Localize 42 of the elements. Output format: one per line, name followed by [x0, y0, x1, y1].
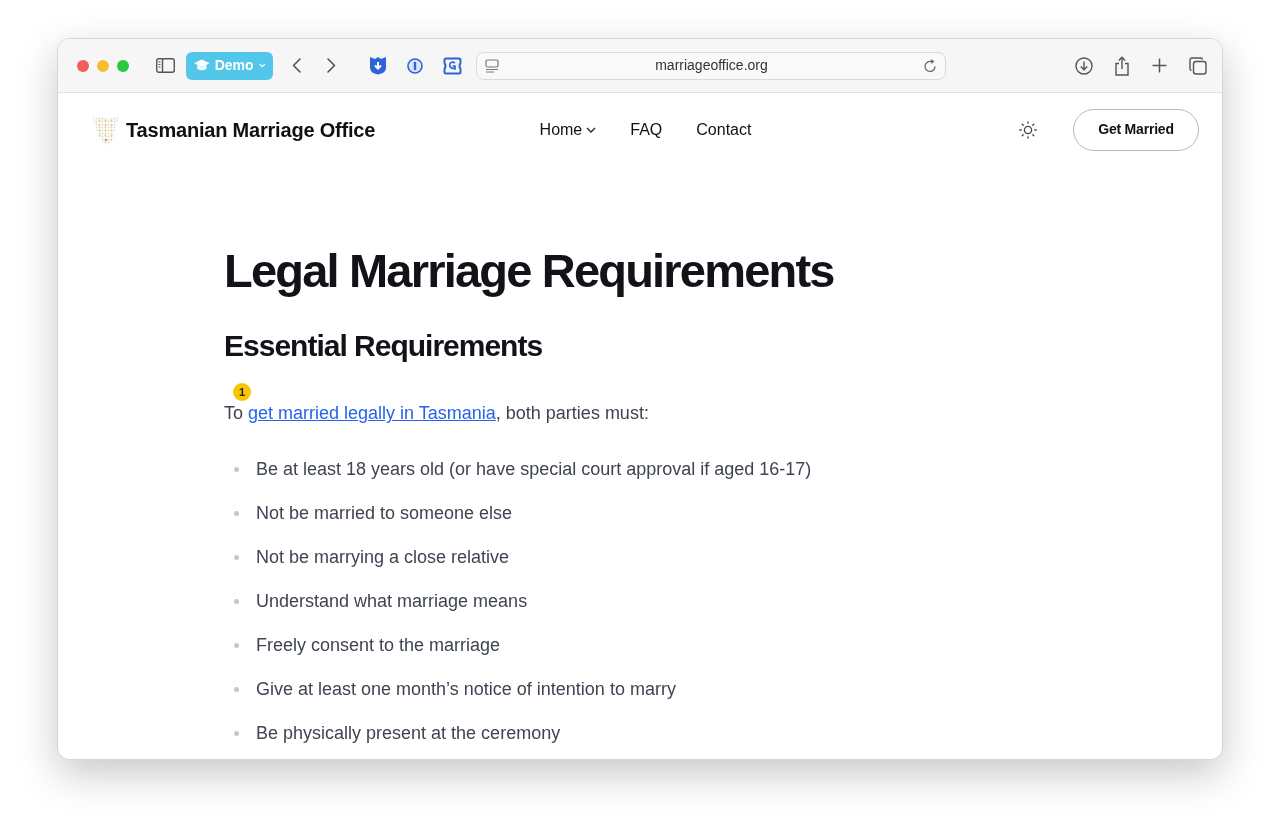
download-icon[interactable] — [1075, 56, 1093, 75]
bullet-icon — [234, 687, 239, 692]
site-title[interactable]: Tasmanian Marriage Office — [126, 114, 376, 145]
new-tab-icon[interactable] — [1152, 58, 1167, 73]
bullet-icon — [234, 467, 239, 473]
graduation-cap-icon — [194, 59, 210, 72]
intro-text: To get married legally in Tasmania, both parties must: — [224, 402, 650, 426]
tabs-overview-icon[interactable] — [1189, 56, 1207, 75]
address-field[interactable]: marriageoffice.org — [476, 51, 946, 80]
bullet-icon — [234, 599, 239, 605]
forward-icon[interactable] — [327, 58, 336, 73]
nav-link[interactable]: FAQ — [630, 117, 663, 142]
badge-icon[interactable] — [443, 56, 462, 75]
get-married-button[interactable]: Get Married — [1073, 108, 1199, 151]
page-icon[interactable] — [485, 58, 499, 73]
bullet-icon — [234, 731, 239, 736]
theme-sun-icon[interactable] — [1019, 120, 1037, 139]
circle-bar-icon[interactable] — [407, 57, 423, 74]
back-icon[interactable] — [292, 58, 301, 73]
nav-link[interactable]: Home — [539, 117, 597, 142]
shield-icon[interactable] — [369, 56, 387, 75]
section-heading: Essential Requirements — [224, 328, 544, 365]
close-window-icon[interactable] — [77, 59, 89, 72]
requirement-text: Not be marrying a close relative — [256, 546, 510, 570]
bullet-icon — [234, 643, 239, 648]
chevron-down-icon — [258, 63, 265, 68]
requirement-text: Be physically present at the ceremony — [256, 722, 561, 745]
requirement-text: Not be married to someone else — [256, 502, 513, 526]
share-icon[interactable] — [1114, 55, 1130, 76]
requirement-text: Be at least 18 years old (or have special court approval if aged 16-17) — [256, 458, 812, 482]
bullet-icon — [234, 555, 239, 561]
nav-link[interactable]: Contact — [696, 117, 752, 142]
requirement-text: Freely consent to the marriage — [256, 634, 501, 657]
requirement-text: Give at least one month’s notice of intention to marry — [256, 678, 676, 701]
requirement-text: Understand what marriage means — [256, 590, 528, 614]
annotation-marker: 1 — [233, 383, 251, 402]
url-text: marriageoffice.org — [655, 56, 768, 75]
sidebar-icon[interactable] — [156, 58, 175, 73]
reload-icon[interactable] — [924, 58, 937, 73]
page-title: Legal Marriage Requirements — [224, 243, 835, 299]
bullet-icon — [234, 511, 239, 517]
inline-link[interactable]: get married legally in Tasmania — [248, 403, 496, 424]
